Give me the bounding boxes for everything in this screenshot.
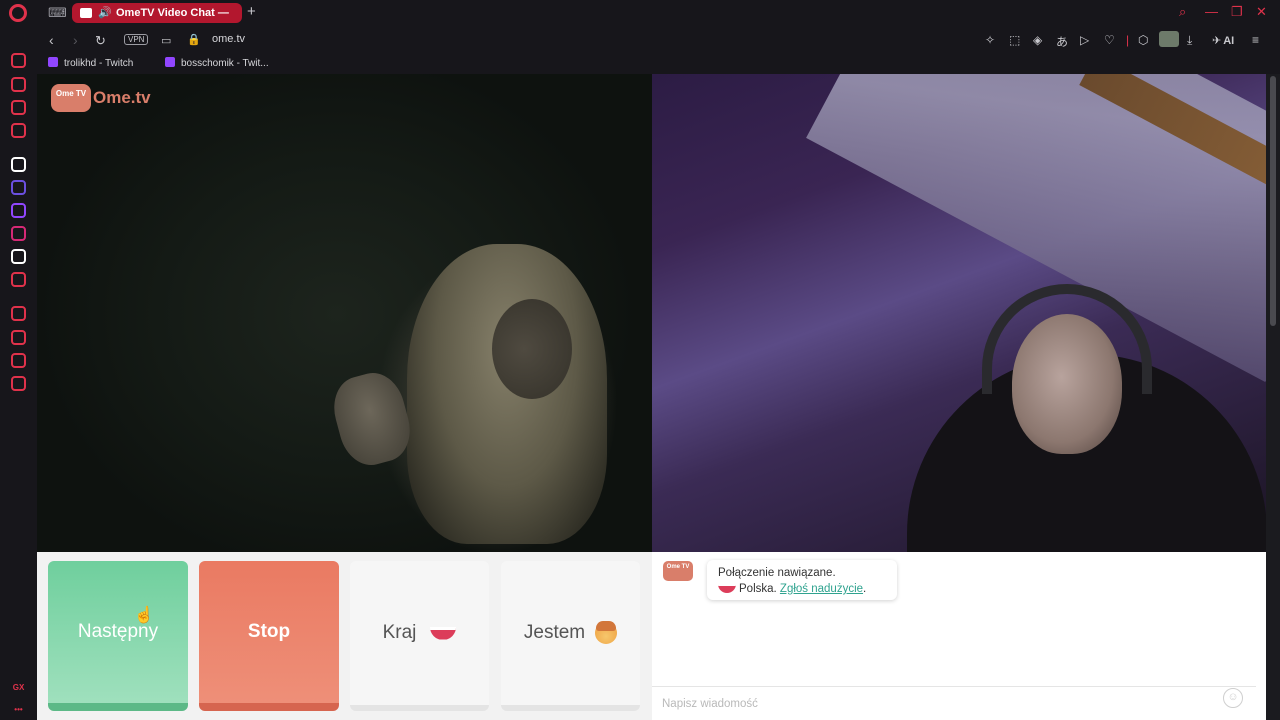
tab-bar: ⌨ 🔊 OmeTV Video Chat — + ⌕ — ❐ ✕ [0, 0, 1280, 26]
forward-icon[interactable]: › [73, 32, 78, 48]
poland-flag-icon [718, 584, 736, 593]
chat-ometv-logo-icon: Ome TV [663, 561, 693, 581]
mouse-cursor-icon: ☝ [134, 607, 154, 624]
tab-favicon-icon [80, 8, 92, 18]
clock-icon[interactable] [11, 330, 26, 345]
tab-title: OmeTV Video Chat — [116, 7, 229, 19]
gamepad-icon[interactable]: ⌨ [48, 5, 67, 21]
twitch-icon[interactable] [11, 203, 26, 218]
vpn-badge[interactable]: VPN [124, 34, 149, 45]
bookmarks-bar: trolikhd - Twitch bosschomik - Twit... [37, 54, 1280, 74]
pin-icon[interactable]: ✧ [985, 33, 995, 47]
extensions-icon[interactable]: ⬡ [1138, 33, 1148, 47]
message-input[interactable] [652, 686, 1256, 720]
camera-icon[interactable]: ▭ [161, 34, 171, 47]
control-panel: Następny Stop Kraj Jestem ☝ [37, 552, 652, 720]
messenger-icon[interactable] [11, 123, 26, 138]
next-button[interactable]: Następny [48, 561, 188, 711]
close-icon[interactable]: ✕ [1256, 4, 1267, 20]
country-line: Polska. Zgłoś nadużycie. [718, 581, 886, 597]
gender-label: Jestem [523, 622, 586, 643]
cs-icon[interactable] [11, 180, 26, 195]
report-abuse-link[interactable]: Zgłoś nadużycie [780, 583, 863, 595]
scrollbar-thumb[interactable] [1270, 76, 1276, 326]
report-suffix: . [863, 583, 867, 595]
extensions-icon[interactable] [11, 353, 26, 368]
self-video [652, 74, 1266, 552]
search-icon[interactable]: ⌕ [1179, 4, 1186, 20]
bookmark-item[interactable]: trolikhd - Twitch [48, 57, 133, 69]
bookmark-label: trolikhd - Twitch [64, 58, 134, 69]
speaker-icon[interactable]: 🔊 [98, 3, 112, 23]
menu-icon[interactable]: ≡ [1252, 33, 1259, 47]
history-icon[interactable] [11, 53, 26, 68]
country-label: Kraj [382, 622, 417, 643]
profile-avatar[interactable] [1159, 31, 1179, 47]
country-button[interactable]: Kraj [350, 561, 489, 711]
self-face [1012, 314, 1122, 454]
stop-button[interactable]: Stop [199, 561, 339, 711]
heart-icon[interactable]: ♡ [1104, 33, 1115, 47]
restore-icon[interactable]: ❐ [1231, 4, 1243, 20]
emoji-picker-icon[interactable]: ☺ [1223, 688, 1243, 708]
country-name: Polska. [739, 583, 777, 595]
snapshot-icon[interactable]: ⬚ [1009, 33, 1020, 47]
x-icon[interactable] [11, 249, 26, 264]
boy-emoji-icon [595, 621, 618, 644]
download-icon[interactable]: ⤓ [1187, 33, 1192, 48]
address-bar: ‹ › ↻ VPN ▭ 🔒 ome.tv ✧ ⬚ ◈ あ ▷ ♡ | ⬡ ⤓ ✈… [37, 26, 1280, 54]
poland-flag-icon [430, 626, 457, 640]
system-message: Połączenie nawiązane. Polska. Zgłoś nadu… [707, 560, 897, 600]
bookmark-label: bosschomik - Twit... [181, 58, 269, 69]
ud-icon[interactable] [11, 272, 26, 287]
ometv-page: Ome TV Ome.tv Następny Stop Kraj Jestem ☝… [37, 74, 1266, 720]
instagram-icon[interactable] [11, 226, 26, 241]
ometv-logo[interactable]: Ome TV Ome.tv [51, 84, 151, 112]
twitch-icon [48, 57, 58, 67]
sidebar: GX ••• [0, 26, 37, 720]
gender-button[interactable]: Jestem [501, 561, 640, 711]
more-icon[interactable]: ••• [11, 702, 26, 717]
stop-label: Stop [247, 621, 291, 642]
stranger-face [492, 299, 572, 399]
opera-logo-icon[interactable] [9, 4, 27, 22]
ai-button[interactable]: ✈ AI [1212, 34, 1234, 47]
stranger-figure [407, 244, 607, 544]
gx-label[interactable]: GX [11, 680, 26, 695]
video-icon[interactable] [11, 100, 26, 115]
player-icon[interactable] [11, 306, 26, 321]
translate-icon[interactable]: あ [1056, 33, 1068, 50]
bookmark-item[interactable]: bosschomik - Twit... [165, 57, 269, 69]
stranger-video: Ome TV Ome.tv [37, 74, 652, 552]
tab-ometv[interactable]: 🔊 OmeTV Video Chat — [72, 3, 242, 23]
settings-icon[interactable] [11, 376, 26, 391]
logo-tv-icon: Ome TV [51, 84, 91, 112]
back-icon[interactable]: ‹ [49, 32, 54, 48]
pocket-icon[interactable]: ◈ [1033, 33, 1042, 47]
chat-panel: Ome TV Połączenie nawiązane. Polska. Zgł… [652, 552, 1266, 720]
send-icon[interactable]: ▷ [1080, 33, 1089, 47]
lock-icon[interactable]: 🔒 [187, 33, 201, 46]
minimize-icon[interactable]: — [1205, 4, 1218, 19]
twitch-icon [165, 57, 175, 67]
aria-icon[interactable] [11, 77, 26, 92]
chatgpt-icon[interactable] [11, 157, 26, 172]
logo-text: Ome.tv [93, 88, 151, 107]
new-tab-button[interactable]: + [247, 3, 256, 20]
reload-icon[interactable]: ↻ [95, 33, 106, 49]
url-field[interactable]: ome.tv [212, 33, 245, 45]
connection-status: Połączenie nawiązane. [718, 567, 836, 579]
stranger-hand [326, 366, 418, 472]
divider-icon: | [1126, 33, 1130, 47]
page-scrollbar[interactable] [1266, 74, 1280, 720]
ai-label: AI [1223, 35, 1235, 47]
